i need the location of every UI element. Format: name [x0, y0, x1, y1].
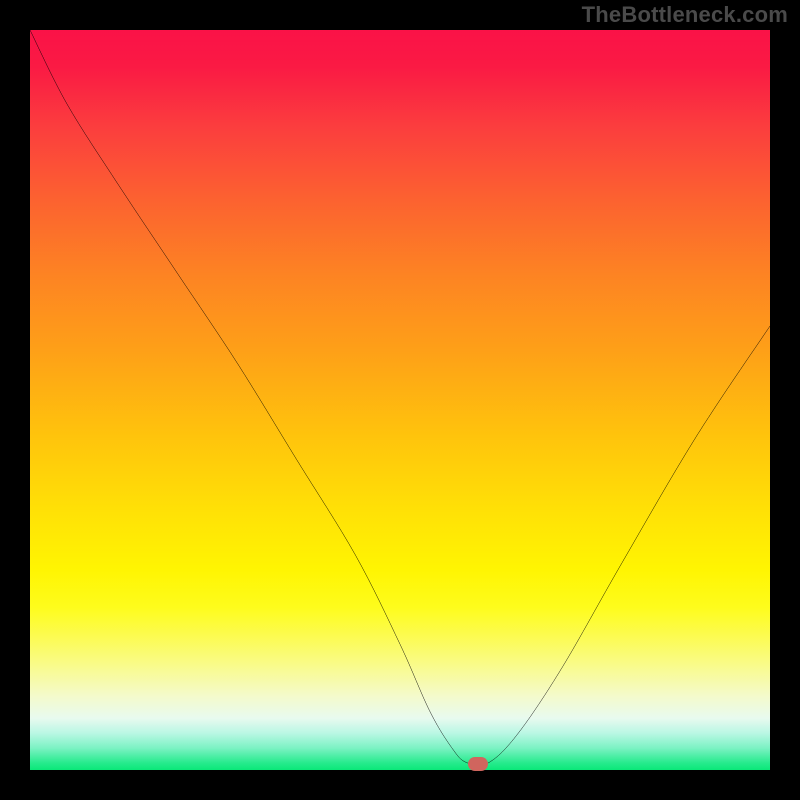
chart-frame: TheBottleneck.com — [0, 0, 800, 800]
bottleneck-curve — [30, 30, 770, 770]
optimal-point-marker — [468, 757, 488, 771]
watermark-text: TheBottleneck.com — [582, 2, 788, 28]
plot-area — [30, 30, 770, 770]
